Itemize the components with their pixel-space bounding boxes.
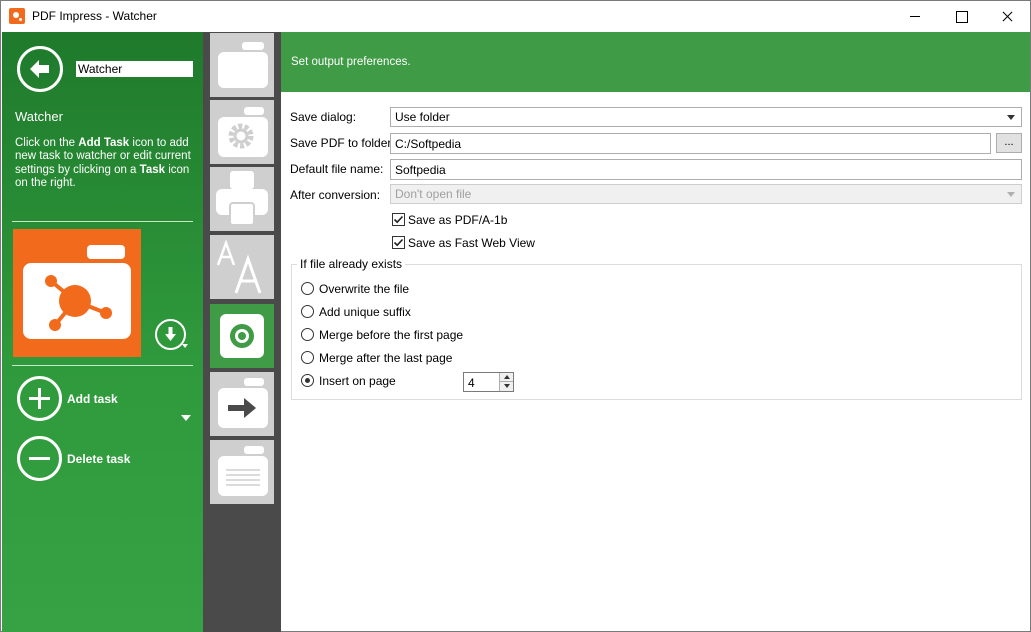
disc-icon — [220, 314, 264, 358]
page-number-value: 4 — [468, 376, 475, 390]
font-icon — [216, 239, 262, 294]
document-list-icon — [218, 446, 268, 496]
app-window: PDF Impress - Watcher Watcher Click on t… — [0, 0, 1031, 632]
after-conversion-select[interactable]: Don't open file — [390, 184, 1022, 204]
arrow-left-icon — [30, 60, 49, 78]
app-logo-icon — [9, 8, 25, 24]
radio-label: Merge after the last page — [319, 351, 453, 365]
page-number-stepper[interactable]: 4 — [463, 372, 514, 392]
back-button[interactable] — [17, 46, 63, 92]
strip-item-printer[interactable] — [210, 167, 274, 231]
strip-item-documents[interactable] — [210, 440, 274, 504]
settings-icon — [218, 107, 268, 157]
add-task-label[interactable]: Add task — [67, 392, 118, 406]
radio-button[interactable] — [301, 305, 314, 318]
title-bar: PDF Impress - Watcher — [1, 1, 1030, 31]
export-icon — [218, 378, 268, 428]
browse-button[interactable]: ... — [996, 133, 1022, 153]
divider — [12, 221, 193, 222]
section-header: Set output preferences. — [281, 32, 1030, 92]
fastweb-label: Save as Fast Web View — [408, 236, 535, 250]
strip-item-export[interactable] — [210, 372, 274, 436]
chevron-down-icon — [1007, 192, 1015, 197]
stepper-down-icon[interactable] — [500, 382, 513, 391]
radio-label: Insert on page — [319, 374, 396, 388]
add-task-button[interactable] — [17, 376, 62, 421]
minus-icon — [29, 457, 50, 460]
watcher-name-input[interactable] — [76, 61, 193, 77]
radio-label: Merge before the first page — [319, 328, 464, 342]
panel-description: Click on the Add Task icon to add new ta… — [15, 137, 195, 191]
radio-button-selected[interactable] — [301, 374, 314, 387]
stepper-buttons — [499, 373, 513, 391]
pdfa-label: Save as PDF/A-1b — [408, 213, 508, 227]
checkmark-icon — [393, 238, 404, 247]
left-panel: Watcher Click on the Add Task icon to ad… — [2, 32, 203, 632]
header-text: Set output preferences. — [291, 56, 411, 68]
chevron-down-icon[interactable] — [182, 344, 188, 348]
delete-task-button[interactable] — [17, 436, 62, 481]
printer-icon — [216, 171, 268, 226]
add-task-dropdown-icon[interactable] — [181, 415, 191, 421]
minimize-button[interactable] — [892, 1, 938, 31]
close-button[interactable] — [984, 1, 1030, 31]
after-conversion-value: Don't open file — [395, 187, 472, 201]
radio-label: Overwrite the file — [319, 282, 410, 296]
task-icon-strip — [203, 32, 281, 632]
delete-task-label[interactable]: Delete task — [67, 452, 130, 466]
default-name-label: Default file name: — [290, 162, 384, 176]
chevron-down-icon — [1007, 115, 1015, 120]
radio-button[interactable] — [301, 282, 314, 295]
desc-text-1: Click on the — [15, 137, 79, 149]
default-name-field[interactable]: Softpedia — [390, 159, 1022, 180]
divider — [12, 365, 193, 366]
desc-bold-task: Task — [139, 163, 166, 176]
file-exists-title: If file already exists — [297, 257, 406, 271]
save-dialog-label: Save dialog: — [290, 110, 357, 124]
maximize-button[interactable] — [938, 1, 984, 31]
window-title: PDF Impress - Watcher — [32, 9, 157, 23]
task-tile[interactable] — [13, 229, 141, 357]
radio-label: Add unique suffix — [319, 305, 411, 319]
stepper-up-icon[interactable] — [500, 373, 513, 382]
folder-share-icon — [23, 245, 131, 339]
fastweb-checkbox[interactable] — [392, 236, 405, 249]
arrow-down-icon — [165, 327, 176, 341]
panel-heading: Watcher — [15, 109, 63, 124]
save-folder-field[interactable]: C:/Softpedia — [390, 133, 991, 154]
radio-button[interactable] — [301, 351, 314, 364]
folder-icon — [218, 42, 268, 88]
checkmark-icon — [393, 215, 404, 224]
strip-item-folder[interactable] — [210, 33, 274, 97]
radio-button[interactable] — [301, 328, 314, 341]
strip-item-font[interactable] — [210, 235, 274, 299]
after-conversion-label: After conversion: — [290, 188, 381, 202]
save-dialog-select[interactable]: Use folder — [390, 107, 1022, 127]
strip-item-settings[interactable] — [210, 100, 274, 164]
pdfa-checkbox[interactable] — [392, 213, 405, 226]
save-folder-label: Save PDF to folder: — [290, 136, 395, 150]
save-dialog-value: Use folder — [395, 110, 450, 124]
strip-item-output[interactable] — [210, 304, 274, 368]
desc-bold-add-task: Add Task — [78, 137, 130, 149]
